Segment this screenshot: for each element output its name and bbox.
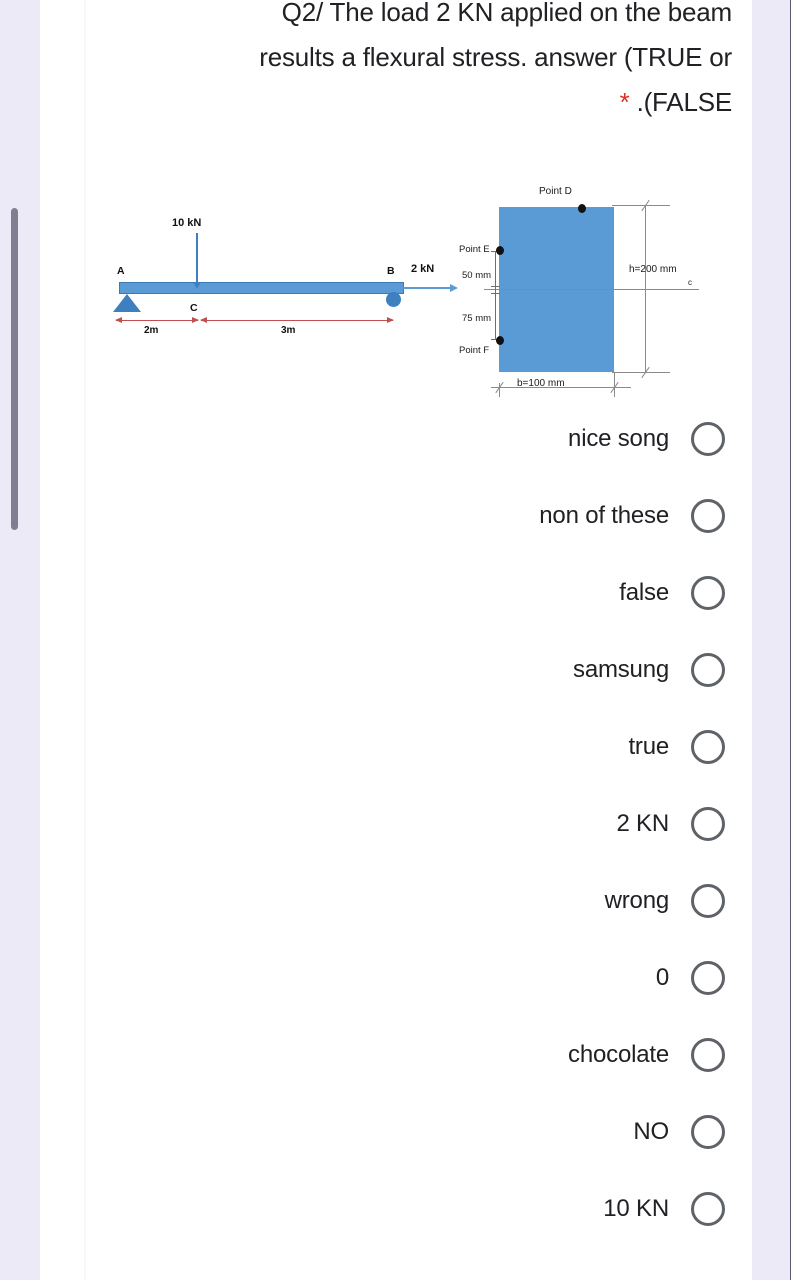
option-row[interactable]: 10 KN bbox=[44, 1170, 747, 1247]
radio-button-icon[interactable] bbox=[691, 1037, 725, 1072]
marker-point-f bbox=[496, 336, 504, 345]
dimension-label-right: 3m bbox=[281, 325, 296, 336]
option-row[interactable]: false bbox=[44, 554, 747, 631]
dimension-line-left bbox=[115, 316, 199, 323]
label-point-e: Point E bbox=[459, 244, 490, 255]
scrollbar-thumb[interactable] bbox=[11, 208, 18, 530]
extension-line-top bbox=[612, 205, 670, 206]
option-row[interactable]: chocolate bbox=[44, 1016, 747, 1093]
radio-button-icon[interactable] bbox=[691, 1191, 725, 1226]
beam-label-c: C bbox=[190, 302, 198, 314]
radio-button-icon[interactable] bbox=[691, 498, 725, 533]
beam-label-b: B bbox=[387, 265, 395, 277]
option-row[interactable]: nice song bbox=[44, 400, 747, 477]
radio-button-icon[interactable] bbox=[691, 960, 725, 995]
label-distance-above: 50 mm bbox=[462, 270, 492, 281]
option-label: false bbox=[619, 578, 669, 606]
extension-line-right bbox=[645, 205, 646, 373]
question-line-2: results a flexural stress. answer (TRUE … bbox=[259, 42, 732, 72]
option-label: NO bbox=[633, 1117, 669, 1145]
option-row[interactable]: true bbox=[44, 708, 747, 785]
roller-support-icon bbox=[386, 292, 401, 307]
beam-label-vertical-load: 10 kN bbox=[172, 217, 202, 229]
radio-button-icon[interactable] bbox=[691, 806, 725, 841]
label-section-width: b=100 mm bbox=[517, 378, 565, 389]
beam-label-axial-load: 2 kN bbox=[411, 263, 435, 275]
question-line-3-text: .(FALSE bbox=[636, 87, 733, 117]
option-row[interactable]: 2 KN bbox=[44, 785, 747, 862]
option-label: chocolate bbox=[568, 1040, 669, 1068]
marker-point-d bbox=[578, 204, 586, 213]
question-text: Q2/ The load 2 KN applied on the beam re… bbox=[64, 0, 732, 125]
beam-member bbox=[119, 282, 404, 294]
radio-button-icon[interactable] bbox=[691, 421, 725, 456]
option-row[interactable]: non of these bbox=[44, 477, 747, 554]
label-point-f: Point F bbox=[459, 345, 490, 356]
option-label: true bbox=[628, 732, 669, 760]
tick-axis-upper bbox=[491, 286, 500, 288]
radio-button-icon[interactable] bbox=[691, 729, 725, 764]
radio-button-icon[interactable] bbox=[691, 575, 725, 610]
marker-point-e bbox=[496, 246, 504, 255]
answer-options-list: nice song non of these false samsung tru… bbox=[44, 400, 747, 1247]
tick-axis-lower bbox=[491, 293, 500, 295]
beam-diagram: A B C 10 kN 2 kN 2m 3m bbox=[104, 205, 458, 355]
radio-button-icon[interactable] bbox=[691, 883, 725, 918]
question-line-1: Q2/ The load 2 KN applied on the beam bbox=[281, 0, 733, 27]
label-centroid: c bbox=[688, 278, 692, 287]
section-measure-line bbox=[495, 251, 497, 340]
dimension-line-right bbox=[200, 316, 394, 323]
label-section-height: h=200 mm bbox=[629, 264, 677, 275]
dimension-label-left: 2m bbox=[144, 325, 159, 336]
radio-button-icon[interactable] bbox=[691, 652, 725, 687]
pin-support-icon bbox=[113, 294, 141, 312]
question-card: Q2/ The load 2 KN applied on the beam re… bbox=[44, 0, 794, 1280]
beam-label-a: A bbox=[117, 265, 125, 277]
neutral-axis-line bbox=[484, 289, 699, 290]
option-row[interactable]: wrong bbox=[44, 862, 747, 939]
radio-button-icon[interactable] bbox=[691, 1114, 725, 1149]
page-gutter-right bbox=[752, 0, 790, 1280]
option-label: 10 KN bbox=[603, 1194, 669, 1222]
question-line-3: * .(FALSE bbox=[64, 80, 733, 125]
option-label: 0 bbox=[655, 963, 669, 991]
cross-section-diagram: Point D Point E Point F 50 mm 75 mm h=20… bbox=[449, 180, 719, 400]
option-label: samsung bbox=[573, 655, 669, 683]
page-root: Q2/ The load 2 KN applied on the beam re… bbox=[0, 0, 794, 1280]
option-row[interactable]: samsung bbox=[44, 631, 747, 708]
option-label: 2 KN bbox=[616, 809, 669, 837]
option-label: non of these bbox=[539, 501, 669, 529]
axial-load-arrow-icon bbox=[396, 284, 458, 291]
option-row[interactable]: 0 bbox=[44, 939, 747, 1016]
required-marker: * bbox=[619, 87, 630, 117]
option-label: wrong bbox=[604, 886, 670, 914]
label-distance-below: 75 mm bbox=[462, 313, 492, 324]
label-point-d: Point D bbox=[539, 186, 572, 197]
extension-line-bottom bbox=[612, 372, 670, 373]
option-row[interactable]: NO bbox=[44, 1093, 747, 1170]
option-label: nice song bbox=[568, 424, 669, 452]
page-scrollbar[interactable] bbox=[5, 0, 18, 1280]
point-load-arrow-icon bbox=[193, 233, 200, 289]
